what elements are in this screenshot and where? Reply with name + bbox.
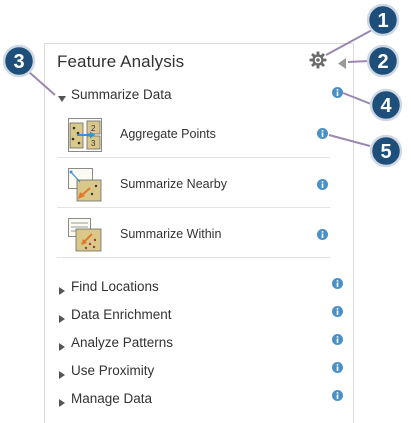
collapse-left-icon[interactable]	[338, 56, 347, 69]
section-label: Data Enrichment	[71, 307, 172, 322]
info-icon[interactable]	[317, 179, 328, 190]
summarize-within-icon	[68, 218, 102, 252]
summarize-nearby-icon	[68, 168, 102, 202]
aggregate-points-icon: 2 3	[68, 118, 102, 152]
section-label: Analyze Patterns	[71, 335, 174, 350]
chevron-right-icon	[57, 395, 67, 407]
section-label: Find Locations	[71, 279, 159, 294]
callout-badge-1: 1	[366, 3, 400, 37]
gear-icon[interactable]	[309, 51, 327, 69]
svg-text:3: 3	[91, 139, 96, 148]
callout-badge-4: 4	[369, 88, 403, 122]
callout-badge-2: 2	[366, 44, 400, 78]
chevron-right-icon	[57, 311, 67, 323]
callout-badge-3: 3	[2, 44, 36, 78]
tool-label: Aggregate Points	[120, 127, 216, 141]
section-manage-data[interactable]: Manage Data	[57, 391, 347, 411]
chevron-right-icon	[57, 367, 67, 379]
info-icon[interactable]	[332, 390, 343, 401]
divider	[57, 207, 330, 208]
info-icon[interactable]	[332, 87, 343, 98]
svg-text:2: 2	[91, 124, 96, 133]
divider	[57, 257, 330, 258]
info-icon[interactable]	[332, 362, 343, 373]
callout-number: 5	[380, 141, 391, 163]
info-icon[interactable]	[317, 128, 328, 139]
callout-number: 4	[380, 95, 392, 117]
tool-summarize-within[interactable]: Summarize Within	[57, 210, 330, 260]
divider	[57, 157, 330, 158]
section-data-enrichment[interactable]: Data Enrichment	[57, 307, 347, 327]
callout-number: 3	[13, 51, 24, 73]
tool-summarize-nearby[interactable]: Summarize Nearby	[57, 160, 330, 210]
tool-label: Summarize Within	[120, 227, 222, 241]
info-icon[interactable]	[317, 229, 328, 240]
panel-title: Feature Analysis	[57, 52, 185, 71]
section-find-locations[interactable]: Find Locations	[57, 279, 347, 299]
section-use-proximity[interactable]: Use Proximity	[57, 363, 347, 383]
callout-number: 1	[377, 10, 388, 32]
section-summarize-data[interactable]: Summarize Data	[57, 87, 347, 107]
info-icon[interactable]	[332, 334, 343, 345]
section-label: Summarize Data	[71, 87, 172, 102]
section-label: Manage Data	[71, 391, 153, 406]
info-icon[interactable]	[332, 278, 343, 289]
callout-badge-5: 5	[369, 134, 403, 168]
chevron-down-icon	[57, 91, 67, 102]
chevron-right-icon	[57, 339, 67, 351]
section-analyze-patterns[interactable]: Analyze Patterns	[57, 335, 347, 355]
chevron-right-icon	[57, 283, 67, 295]
info-icon[interactable]	[332, 306, 343, 317]
tool-aggregate-points[interactable]: 2 3 Aggregate Points	[57, 110, 330, 160]
tool-label: Summarize Nearby	[120, 177, 227, 191]
section-label: Use Proximity	[71, 363, 155, 378]
callout-number: 2	[377, 51, 388, 73]
